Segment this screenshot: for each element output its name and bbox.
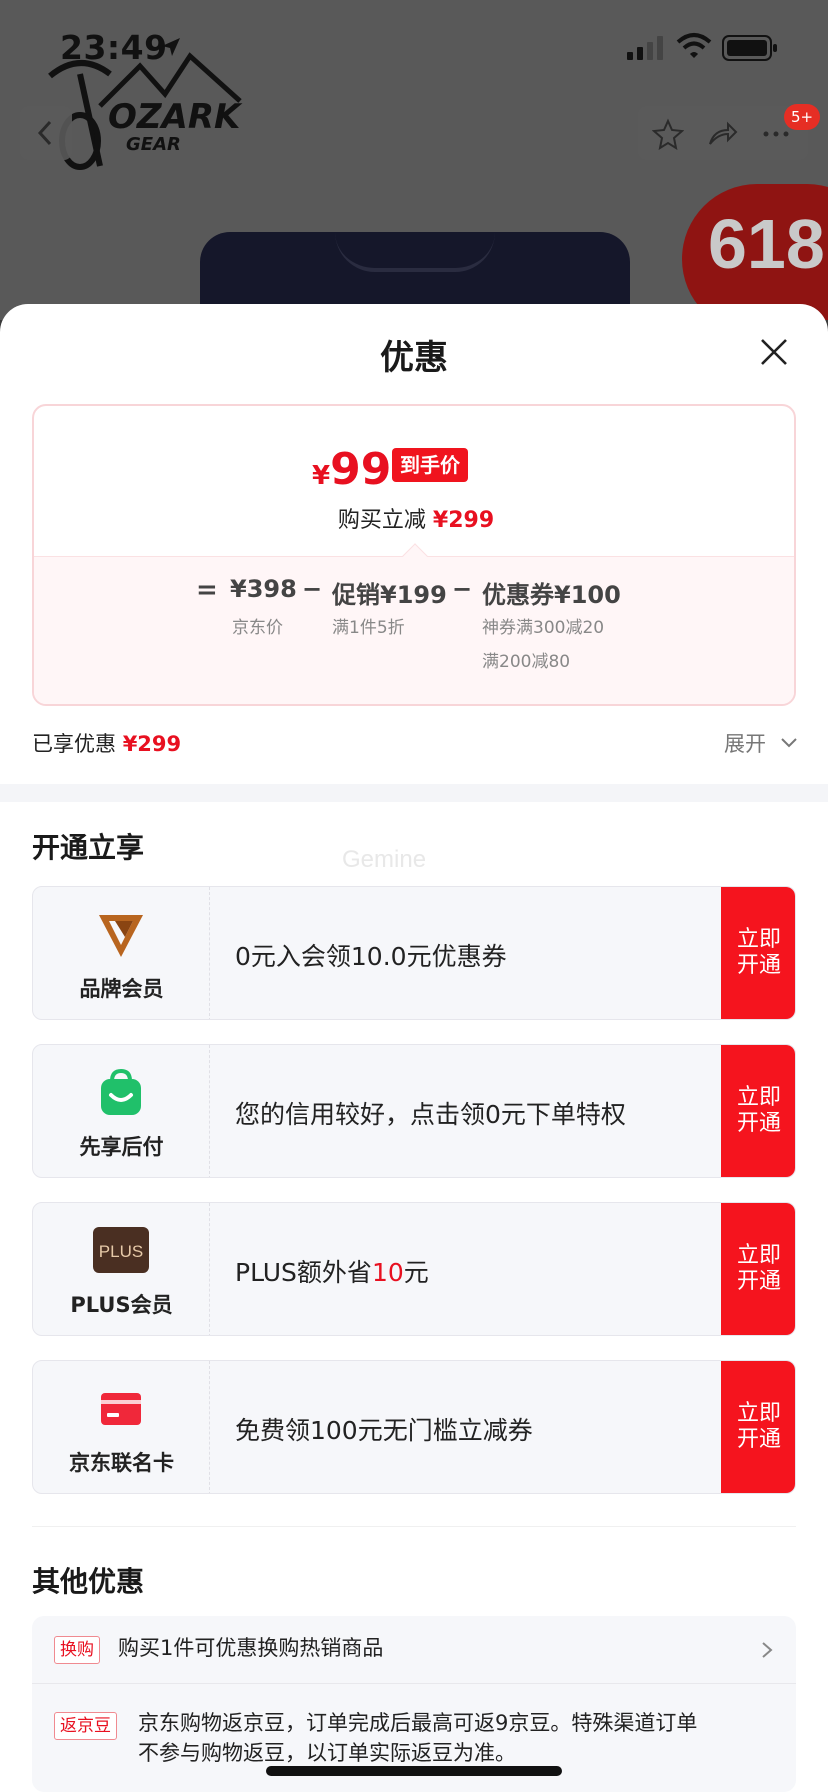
calc-jd-price: ¥398	[230, 575, 297, 603]
wifi-icon	[676, 33, 712, 58]
battery-icon	[722, 35, 777, 61]
status-time: 23:49	[60, 28, 168, 67]
location-arrow-icon	[162, 38, 180, 56]
reduce-label: 购买立减	[337, 508, 426, 533]
plus-desc-amount: 10	[371, 1258, 404, 1287]
benefit-desc: 您的信用较好，点击领0元下单特权	[235, 1100, 626, 1129]
benefit-name: PLUS会员	[70, 1293, 173, 1317]
benefit-left: 品牌会员	[33, 887, 210, 1019]
thin-divider	[32, 1526, 796, 1527]
plus-icon-text: PLUS	[99, 1242, 143, 1261]
benefit-desc: 免费领100元无门槛立减券	[235, 1416, 533, 1445]
chevron-right-icon	[762, 1642, 773, 1658]
benefit-card-pay-later[interactable]: 先享后付 您的信用较好，点击领0元下单特权 立即 开通	[32, 1044, 796, 1178]
plus-icon: PLUS	[93, 1227, 149, 1273]
star-icon[interactable]	[652, 118, 684, 150]
benefit-desc: PLUS额外省10元	[235, 1253, 429, 1289]
expand-button[interactable]: 展开	[724, 728, 766, 758]
open-section-title: 开通立享	[32, 831, 145, 864]
final-price-tag: 到手价	[392, 448, 468, 482]
cellular-signal-icon	[627, 36, 663, 60]
exchange-tag: 换购	[54, 1636, 100, 1664]
plus-desc-suffix: 元	[403, 1258, 429, 1287]
notification-badge: 5+	[784, 104, 820, 130]
shirt-collar	[335, 232, 495, 272]
pay-later-bag-icon	[101, 1068, 141, 1115]
price-calculation: = ¥398 京东价 − 促销¥199 满1件5折 − 优惠券¥100 神券满3…	[34, 556, 794, 704]
open-now-line2: 开通	[736, 953, 781, 978]
back-button[interactable]	[20, 106, 72, 160]
benefit-card-co-branded-card[interactable]: 京东联名卡 免费领100元无门槛立减券 立即 开通	[32, 1360, 796, 1494]
benefit-desc: 0元入会领10.0元优惠券	[235, 942, 507, 971]
open-now-button[interactable]: 立即 开通	[721, 1361, 795, 1493]
benefit-card-brand-member[interactable]: 品牌会员 0元入会领10.0元优惠券 立即 开通	[32, 886, 796, 1020]
calc-promo: 促销¥199	[332, 581, 447, 609]
promo-618-text: 618	[708, 205, 825, 283]
open-now-line2: 开通	[736, 1427, 781, 1452]
close-icon[interactable]	[756, 334, 792, 370]
calc-promo-label: 满1件5折	[332, 618, 405, 638]
reduce-amount: ¥299	[432, 508, 495, 533]
logo-line1: OZARK	[108, 97, 243, 137]
section-divider	[0, 784, 828, 802]
open-now-line2: 开通	[736, 1111, 781, 1136]
open-now-button[interactable]: 立即 开通	[721, 1203, 795, 1335]
calc-minus-2: −	[452, 575, 473, 603]
logo-line2: GEAR	[126, 134, 181, 155]
final-price-value: 99	[330, 444, 392, 495]
price-breakdown-card: ¥99 到手价 购买立减 ¥299 = ¥398 京东价 − 促销¥199 满1…	[32, 404, 796, 706]
enjoyed-discount: 已享优惠 ¥299	[32, 728, 181, 758]
promo-618-badge: 618	[682, 184, 828, 320]
calc-coupon: 优惠券¥100	[482, 581, 621, 609]
status-bar: 23:49	[0, 0, 828, 96]
plus-desc-prefix: PLUS额外省	[235, 1258, 372, 1287]
open-now-button[interactable]: 立即 开通	[721, 887, 795, 1019]
benefit-left: PLUS PLUS会员	[33, 1203, 210, 1335]
benefit-card-plus[interactable]: PLUS PLUS会员 PLUS额外省10元 立即 开通	[32, 1202, 796, 1336]
discount-sheet: 优惠 ¥99 到手价 购买立减 ¥299 = ¥398 京东价 − 促销¥199…	[0, 304, 828, 1792]
benefit-name: 京东联名卡	[69, 1451, 174, 1475]
open-now-line1: 立即	[736, 1243, 781, 1268]
brand-member-icon	[99, 915, 143, 957]
open-now-button[interactable]: 立即 开通	[721, 1045, 795, 1177]
calc-minus-1: −	[302, 575, 323, 603]
credit-card-icon	[101, 1393, 141, 1425]
top-action-bar	[638, 106, 808, 160]
benefit-name: 品牌会员	[79, 977, 164, 1001]
list-item-exchange[interactable]: 换购 购买1件可优惠换购热销商品	[32, 1616, 796, 1684]
calc-coupon-label-2: 满200减80	[482, 652, 571, 672]
share-icon[interactable]	[706, 118, 738, 150]
chevron-left-icon	[37, 120, 52, 146]
benefit-name: 先享后付	[79, 1135, 164, 1159]
enjoyed-label: 已享优惠	[32, 732, 116, 756]
exchange-text: 购买1件可优惠换购热销商品	[118, 1636, 384, 1660]
calc-coupon-label-1: 神券满300减20	[482, 618, 605, 638]
jd-beans-tag: 返京豆	[54, 1712, 117, 1740]
enjoyed-amount: ¥299	[122, 732, 182, 756]
final-price: ¥99	[312, 444, 391, 495]
open-now-line2: 开通	[736, 1269, 781, 1294]
jd-beans-text-line1: 京东购物返京豆，订单完成后最高可返9京豆。特殊渠道订单	[138, 1711, 698, 1735]
final-price-currency: ¥	[312, 461, 331, 491]
home-indicator[interactable]	[266, 1766, 562, 1776]
other-section-title: 其他优惠	[32, 1565, 145, 1598]
open-now-line1: 立即	[736, 1401, 781, 1426]
benefit-left: 先享后付	[33, 1045, 210, 1177]
calc-equals: =	[196, 575, 218, 605]
open-now-line1: 立即	[736, 1085, 781, 1110]
chevron-down-icon[interactable]	[780, 736, 798, 750]
open-now-line1: 立即	[736, 927, 781, 952]
jd-beans-text-line2: 不参与购物返豆，以订单实际返豆为准。	[138, 1741, 516, 1765]
reduce-line: 购买立减 ¥299	[34, 502, 794, 534]
final-price-area: ¥99 到手价 购买立减 ¥299	[34, 406, 794, 556]
benefit-left: 京东联名卡	[33, 1361, 210, 1493]
sheet-title: 优惠	[380, 338, 448, 378]
watermark: Gemine	[342, 846, 427, 873]
calc-jd-price-label: 京东价	[232, 618, 283, 638]
